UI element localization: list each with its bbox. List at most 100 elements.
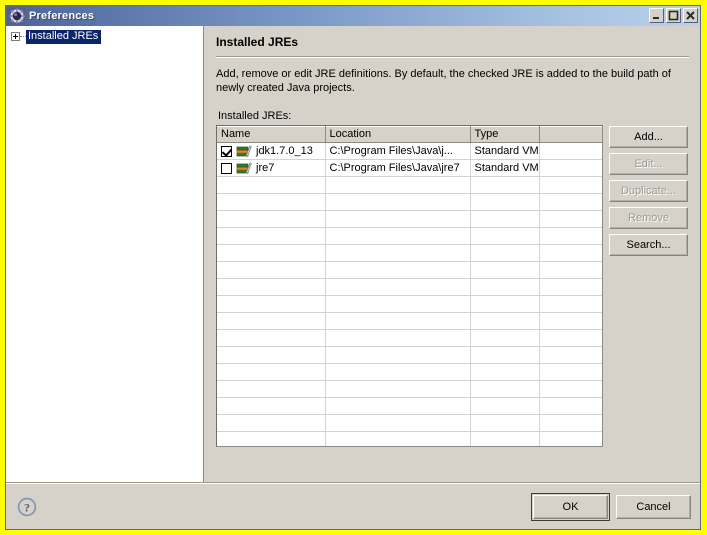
cell-empty xyxy=(539,210,602,228)
cell-empty xyxy=(539,261,602,279)
cell-name[interactable]: jdk1.7.0_13 xyxy=(217,142,326,160)
page-description: Add, remove or edit JRE definitions. By … xyxy=(216,68,671,94)
table-row-empty[interactable] xyxy=(217,193,602,211)
title-bar[interactable]: Preferences xyxy=(6,6,700,26)
cell-empty xyxy=(325,278,471,296)
cell-empty xyxy=(470,329,540,347)
maximize-icon[interactable] xyxy=(666,8,681,23)
cell-empty xyxy=(539,414,602,432)
cell-empty xyxy=(217,431,326,446)
column-header-name[interactable]: Name xyxy=(217,126,326,143)
table-row-empty[interactable] xyxy=(217,244,602,262)
cell-empty xyxy=(539,329,602,347)
column-header-extra[interactable] xyxy=(539,126,602,143)
column-header-type[interactable]: Type xyxy=(470,126,540,143)
svg-text:?: ? xyxy=(24,500,30,514)
cell-empty xyxy=(470,397,540,415)
table-row[interactable]: jdk1.7.0_13 C:\Program Files\Java\j... Sta… xyxy=(217,142,602,160)
cell-empty xyxy=(539,346,602,364)
table-row-empty[interactable] xyxy=(217,363,602,381)
cell-empty xyxy=(217,210,326,228)
cell-empty xyxy=(217,397,326,415)
table-row-empty[interactable] xyxy=(217,176,602,194)
cell-empty xyxy=(470,244,540,262)
plus-box-icon[interactable] xyxy=(11,32,20,41)
minimize-icon[interactable] xyxy=(649,8,664,23)
cell-empty xyxy=(217,176,326,194)
table-row-empty[interactable] xyxy=(217,329,602,347)
cell-empty xyxy=(325,244,471,262)
jre-name-label: jdk1.7.0_13 xyxy=(256,145,313,157)
sidebar-item-installed-jres[interactable]: Installed JREs xyxy=(6,29,203,44)
cell-empty xyxy=(539,380,602,398)
installed-jres-table[interactable]: Name Location Type jdk1.7.0_13 C:\Program… xyxy=(216,125,603,447)
cell-empty xyxy=(325,227,471,245)
table-row-empty[interactable] xyxy=(217,278,602,296)
table-row-empty[interactable] xyxy=(217,380,602,398)
table-header-row: Name Location Type xyxy=(217,126,602,143)
close-icon[interactable] xyxy=(683,8,698,23)
cell-empty xyxy=(539,295,602,313)
column-header-location[interactable]: Location xyxy=(325,126,471,143)
cancel-button[interactable]: Cancel xyxy=(616,494,691,519)
dialog-body: Installed JREs Installed JREs Add, remov… xyxy=(6,26,700,482)
jre-action-buttons: Add... Edit... Duplicate... Remove Search... xyxy=(609,125,688,256)
jre-checkbox[interactable] xyxy=(221,162,232,174)
search-button[interactable]: Search... xyxy=(609,234,688,256)
cell-empty xyxy=(470,346,540,364)
cell-empty xyxy=(217,312,326,330)
cell-empty xyxy=(325,414,471,432)
cell-empty xyxy=(470,278,540,296)
jre-books-icon xyxy=(236,144,252,158)
cell-empty xyxy=(539,244,602,262)
cell-empty xyxy=(325,329,471,347)
cell-empty xyxy=(539,176,602,194)
gear-icon xyxy=(9,8,25,24)
cell-type: Standard VM xyxy=(470,159,540,177)
cell-empty xyxy=(539,227,602,245)
table-row-empty[interactable] xyxy=(217,397,602,415)
cell-empty xyxy=(217,261,326,279)
table-row-empty[interactable] xyxy=(217,312,602,330)
table-row-empty[interactable] xyxy=(217,346,602,364)
table-row-empty[interactable] xyxy=(217,210,602,228)
cell-empty xyxy=(217,244,326,262)
cell-empty xyxy=(325,363,471,381)
table-row-empty[interactable] xyxy=(217,414,602,432)
jre-name-label: jre7 xyxy=(256,162,275,174)
cell-extra xyxy=(539,142,602,160)
cell-empty xyxy=(325,261,471,279)
cell-name[interactable]: jre7 xyxy=(217,159,326,177)
cell-empty xyxy=(470,261,540,279)
cell-empty xyxy=(325,380,471,398)
cell-empty xyxy=(470,193,540,211)
cell-empty xyxy=(539,312,602,330)
table-row-empty[interactable] xyxy=(217,227,602,245)
jre-books-icon xyxy=(236,161,252,175)
table-body: jdk1.7.0_13 C:\Program Files\Java\j... Sta… xyxy=(217,142,602,446)
cell-empty xyxy=(217,295,326,313)
cell-empty xyxy=(325,295,471,313)
cell-empty xyxy=(470,414,540,432)
cell-empty xyxy=(470,210,540,228)
window-controls xyxy=(649,8,698,23)
table-row-empty[interactable] xyxy=(217,261,602,279)
preferences-window: Preferences Installed JREs Installed JRE… xyxy=(0,0,707,535)
add-button[interactable]: Add... xyxy=(609,126,688,148)
table-row[interactable]: jre7 C:\Program Files\Java\jre7 Standard V… xyxy=(217,159,602,177)
help-circle-icon[interactable]: ? xyxy=(17,497,37,517)
ok-button[interactable]: OK xyxy=(531,492,610,521)
preferences-tree[interactable]: Installed JREs xyxy=(6,26,204,482)
cell-location: C:\Program Files\Java\jre7 xyxy=(325,159,471,177)
cell-empty xyxy=(539,363,602,381)
page-title: Installed JREs xyxy=(216,35,299,49)
cell-empty xyxy=(217,346,326,364)
cell-empty xyxy=(217,329,326,347)
edit-button: Edit... xyxy=(609,153,688,175)
cell-type: Standard VM xyxy=(470,142,540,160)
window-title: Preferences xyxy=(29,10,95,22)
jre-checkbox[interactable] xyxy=(221,145,232,157)
table-row-empty[interactable] xyxy=(217,431,602,446)
table-row-empty[interactable] xyxy=(217,295,602,313)
cell-empty xyxy=(470,363,540,381)
